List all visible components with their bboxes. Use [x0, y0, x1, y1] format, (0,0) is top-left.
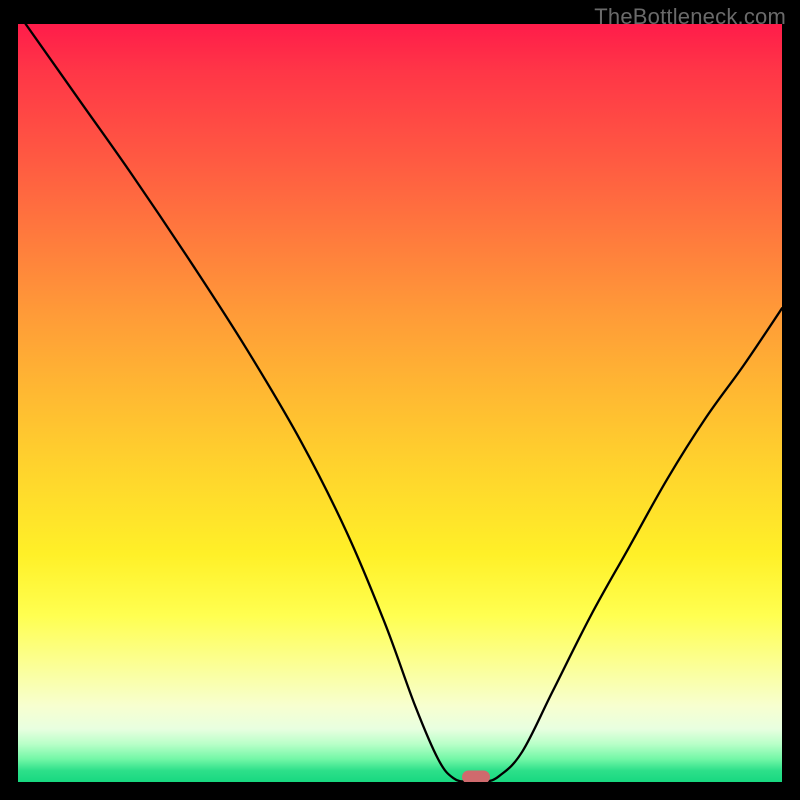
bottleneck-curve — [18, 24, 782, 782]
watermark-text: TheBottleneck.com — [594, 4, 786, 30]
plot-area — [18, 24, 782, 782]
chart-frame: TheBottleneck.com — [0, 0, 800, 800]
optimal-marker — [462, 771, 490, 783]
